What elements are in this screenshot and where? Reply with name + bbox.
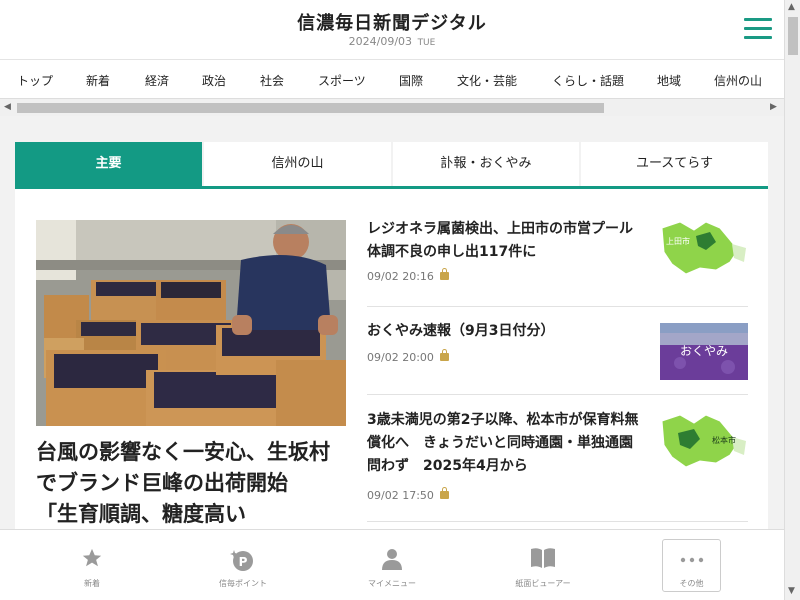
date-value: 2024/09/03 [348, 35, 413, 48]
news-title[interactable]: レジオネラ属菌検出、上田市の市営プール 体調不良の申し出117件に [367, 218, 647, 264]
category-nav: トップ 新着 経済 政治 社会 スポーツ 国際 文化・芸能 くらし・話題 地域 … [0, 60, 784, 98]
news-tabs: 主要 信州の山 訃報・おくやみ ユースてらす [15, 142, 768, 189]
scroll-left-icon[interactable]: ◀ [4, 102, 11, 112]
news-title[interactable]: 3歳未満児の第2子以降、松本市が保育料無償化へ きょうだいと同時通園・単独通園問… [367, 409, 642, 478]
divider [367, 394, 748, 395]
thumb-label: おくやみ [680, 344, 728, 358]
bottom-nav-label: マイメニュー [368, 579, 416, 588]
category-region[interactable]: 地域 [657, 72, 681, 89]
site-header: 信濃毎日新聞デジタル 2024/09/03 TUE [0, 0, 784, 60]
thumb-label: 松本市 [712, 435, 736, 445]
bottom-nav-label: 紙面ビューアー [515, 579, 571, 588]
tab-mountains[interactable]: 信州の山 [204, 142, 391, 186]
news-title[interactable]: おくやみ速報（9月3日付分） [367, 320, 642, 343]
lead-article-title[interactable]: 台風の影響なく一安心、生坂村でブランド巨峰の出荷開始 「生育順調、糖度高い [36, 437, 336, 529]
bottom-nav-label: その他 [679, 579, 704, 588]
news-item[interactable]: レジオネラ属菌検出、上田市の市営プール 体調不良の申し出117件に 09/02 … [367, 218, 748, 283]
more-icon [663, 550, 720, 578]
lead-article-image[interactable] [36, 220, 346, 426]
category-society[interactable]: 社会 [260, 72, 284, 89]
lock-icon [439, 268, 449, 280]
bottom-nav-more[interactable]: その他 [662, 539, 721, 592]
book-icon [488, 547, 598, 575]
divider [367, 521, 748, 522]
points-icon: P [188, 547, 298, 575]
tab-youth[interactable]: ユースてらす [581, 142, 768, 186]
hamburger-menu-icon[interactable] [744, 18, 772, 42]
divider [367, 306, 748, 307]
scroll-down-icon[interactable]: ▼ [788, 586, 795, 596]
lock-icon [439, 349, 449, 361]
svg-text:P: P [239, 555, 248, 569]
tab-obituaries[interactable]: 訃報・おくやみ [393, 142, 579, 186]
bottom-nav-label: 信毎ポイント [219, 579, 267, 588]
category-lifestyle[interactable]: くらし・話題 [552, 72, 624, 89]
bottom-nav-new[interactable]: 新着 [37, 530, 147, 600]
category-politics[interactable]: 政治 [202, 72, 226, 89]
scroll-right-icon[interactable]: ▶ [770, 102, 777, 112]
news-panel: 台風の影響なく一安心、生坂村でブランド巨峰の出荷開始 「生育順調、糖度高い レジ… [15, 189, 768, 529]
vertical-scroll-thumb[interactable] [788, 17, 798, 55]
category-international[interactable]: 国際 [399, 72, 423, 89]
bottom-nav-viewer[interactable]: 紙面ビューアー [488, 530, 598, 600]
site-logo[interactable]: 信濃毎日新聞デジタル [0, 9, 784, 35]
category-mountains[interactable]: 信州の山 [714, 72, 762, 89]
vertical-scrollbar[interactable]: ▲ ▼ [784, 0, 800, 600]
news-thumbnail[interactable]: 松本市 [660, 411, 748, 468]
horizontal-scrollbar[interactable]: ◀ ▶ [0, 98, 784, 116]
current-date: 2024/09/03 TUE [0, 35, 784, 48]
category-economy[interactable]: 経済 [145, 72, 169, 89]
news-thumbnail[interactable]: おくやみ [660, 323, 748, 380]
horizontal-scroll-thumb[interactable] [17, 103, 604, 113]
thumb-label: 上田市 [666, 236, 690, 246]
news-time: 09/02 17:50 [367, 487, 748, 502]
bottom-nav-mymenu[interactable]: マイメニュー [337, 530, 447, 600]
category-sports[interactable]: スポーツ [318, 72, 366, 89]
category-new[interactable]: 新着 [86, 72, 110, 89]
scroll-up-icon[interactable]: ▲ [788, 2, 795, 12]
bottom-nav-label: 新着 [84, 579, 100, 588]
category-top[interactable]: トップ [17, 72, 53, 89]
lock-icon [439, 487, 449, 499]
person-icon [337, 547, 447, 575]
category-culture[interactable]: 文化・芸能 [457, 72, 517, 89]
bottom-nav-points[interactable]: P 信毎ポイント [188, 530, 298, 600]
news-item[interactable]: おくやみ速報（9月3日付分） 09/02 20:00 おくやみ [367, 320, 748, 380]
bottom-nav: 新着 P 信毎ポイント マイメニュー 紙面ビューアー その他 [0, 529, 784, 600]
news-item[interactable]: 3歳未満児の第2子以降、松本市が保育料無償化へ きょうだいと同時通園・単独通園問… [367, 409, 748, 502]
weekday: TUE [417, 38, 436, 48]
star-icon [37, 547, 147, 575]
news-thumbnail[interactable]: 上田市 [660, 218, 748, 275]
tab-main[interactable]: 主要 [15, 142, 202, 186]
